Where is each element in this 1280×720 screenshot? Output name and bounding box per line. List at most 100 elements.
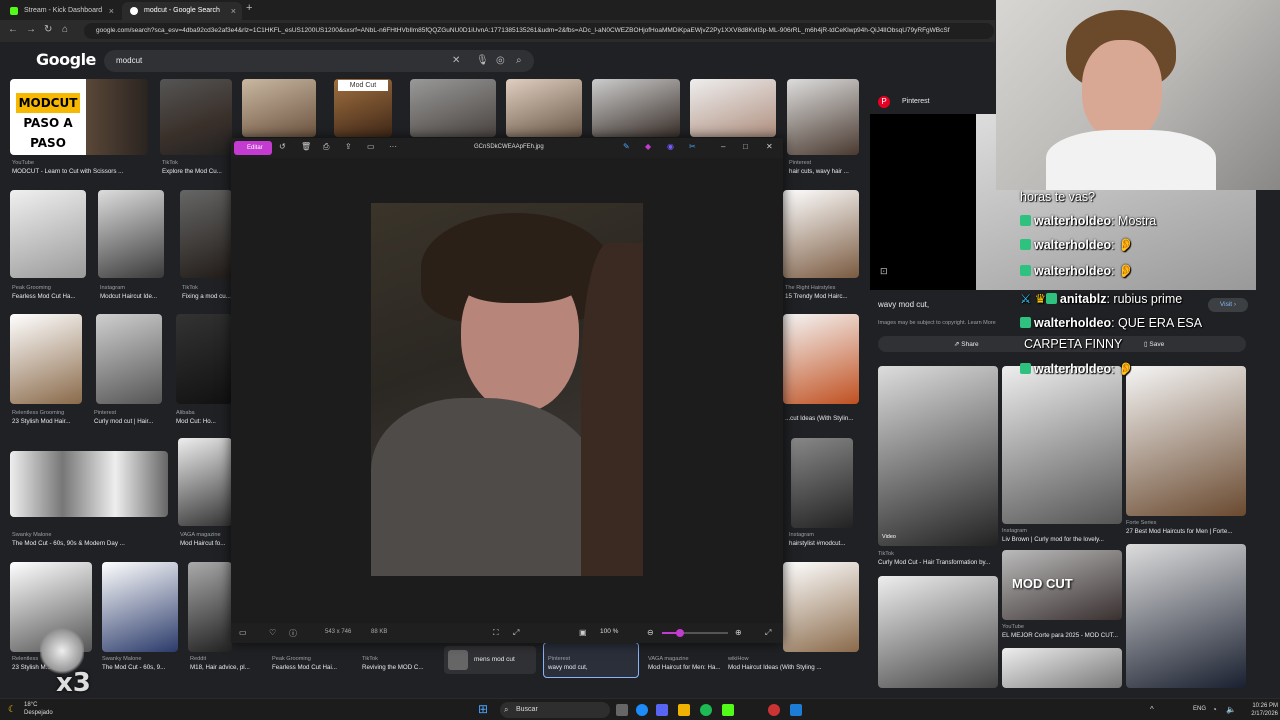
kick-icon[interactable] xyxy=(722,704,734,716)
copilot-icon[interactable]: ✎ xyxy=(623,142,630,151)
image-thumb[interactable] xyxy=(592,79,680,137)
image-thumb[interactable] xyxy=(791,438,853,528)
image-thumb[interactable] xyxy=(188,562,232,652)
slideshow-icon[interactable]: ▭ xyxy=(367,142,375,151)
image-caption[interactable]: Swanky Malone The Mod Cut - 60s, 9... xyxy=(102,656,182,671)
share-button[interactable]: ⇗ Share xyxy=(954,340,979,348)
edit-button[interactable]: Editar xyxy=(234,141,272,155)
image-caption[interactable]: ...cut Ideas (With Stylin... xyxy=(785,415,859,422)
image-caption[interactable]: TikTok Fixing a mod cu... xyxy=(182,285,232,300)
image-thumb[interactable] xyxy=(178,438,232,526)
related-search-chip[interactable]: mens mod cut xyxy=(444,646,536,674)
related-thumb[interactable]: Video xyxy=(878,366,998,546)
close-icon[interactable]: ✕ xyxy=(766,142,773,151)
image-caption[interactable]: Relentless Grooming 23 Stylish Mod Hair.… xyxy=(12,410,86,425)
image-caption[interactable]: Instagram hairstylist #modcut... xyxy=(789,532,859,547)
image-caption[interactable]: Swanky Malone The Mod Cut - 60s, 90s & M… xyxy=(12,532,172,547)
favorite-icon[interactable]: ♡ xyxy=(269,628,276,637)
info-icon[interactable]: ⓘ xyxy=(289,628,297,639)
tray-chevron-icon[interactable]: ^ xyxy=(1150,705,1154,714)
image-caption[interactable]: Pinterest wavy mod cut, xyxy=(548,656,634,671)
related-thumb[interactable] xyxy=(1002,648,1122,688)
related-caption[interactable]: TikTok Curly Mod Cut - Hair Transformatio… xyxy=(878,551,1000,566)
paint-icon[interactable]: ◆ xyxy=(645,142,651,151)
zoom-slider-knob[interactable] xyxy=(675,629,684,637)
taskbar-search[interactable]: ⌕ Buscar xyxy=(500,702,610,718)
image-caption[interactable]: Pinterest Curly mod cut | Hair... xyxy=(94,410,164,425)
fullscreen-icon[interactable]: ⤢ xyxy=(765,628,771,638)
related-thumb[interactable] xyxy=(1126,544,1246,688)
image-caption[interactable]: VAGA magazine Mod Haircut fo... xyxy=(180,532,232,547)
more-icon[interactable]: ··· xyxy=(389,142,397,151)
image-caption[interactable]: TikTok Reviving the MOD C... xyxy=(362,656,438,671)
image-caption[interactable]: TikTok Explore the Mod Cu... xyxy=(162,160,232,175)
image-caption[interactable]: YouTube MODCUT - Learn to Cut with Sciss… xyxy=(12,160,148,175)
image-caption[interactable]: wikiHow Mod Haircut Ideas (With Styling .… xyxy=(728,656,860,671)
zoom-out-icon[interactable]: ⊖ xyxy=(647,628,654,637)
close-icon[interactable]: × xyxy=(109,2,114,20)
image-thumb[interactable]: Mod Cut xyxy=(334,79,392,137)
image-thumb[interactable] xyxy=(783,314,859,404)
url-field[interactable]: google.com/search?sca_esv=4dba92cd3e2af3… xyxy=(84,23,994,39)
image-caption[interactable]: Alibaba Mod Cut: Ho... xyxy=(176,410,232,425)
tab-kick-dashboard[interactable]: Stream - Kick Dashboard × xyxy=(2,2,120,20)
forward-icon[interactable]: → xyxy=(26,24,36,35)
image-thumb[interactable]: MODCUT PASO A PASO xyxy=(10,79,148,155)
image-thumb[interactable] xyxy=(10,314,82,404)
image-caption[interactable]: Instagram Modcut Haircut Ide... xyxy=(100,285,166,300)
image-thumb[interactable] xyxy=(242,79,316,137)
clear-icon[interactable]: ✕ xyxy=(452,55,460,66)
related-caption[interactable]: Instagram Liv Brown | Curly mod for the l… xyxy=(1002,528,1124,543)
actual-size-icon[interactable]: ▣ xyxy=(579,628,587,637)
image-thumb[interactable] xyxy=(160,79,232,155)
mic-icon[interactable]: 🎙 xyxy=(476,55,489,66)
clock[interactable]: 10:26 PM 2/17/2026 xyxy=(1246,702,1278,718)
lens-icon[interactable]: ⊡ xyxy=(880,266,888,277)
related-thumb[interactable] xyxy=(1002,366,1122,524)
image-caption[interactable]: Peak Grooming Fearless Mod Cut Hai... xyxy=(272,656,354,671)
spotify-icon[interactable] xyxy=(700,704,712,716)
zoom-in-icon[interactable]: ⊕ xyxy=(735,628,742,637)
home-icon[interactable]: ⌂ xyxy=(62,24,68,35)
weather-widget[interactable]: 18°C Despejado xyxy=(24,701,53,717)
delete-icon[interactable]: 🗑 xyxy=(301,142,311,151)
image-thumb[interactable] xyxy=(102,562,178,652)
rotate-icon[interactable]: ↺ xyxy=(279,142,286,151)
volume-icon[interactable]: 🔈 xyxy=(1226,705,1236,714)
new-tab-button[interactable]: + xyxy=(246,2,252,14)
image-thumb[interactable] xyxy=(410,79,496,137)
clipchamp-icon[interactable]: ◉ xyxy=(667,142,674,151)
photos-icon[interactable] xyxy=(790,704,802,716)
related-thumb[interactable] xyxy=(878,576,998,688)
related-caption[interactable]: YouTube EL MEJOR Corte para 2025 - MOD CU… xyxy=(1002,624,1124,639)
google-logo[interactable]: Google xyxy=(36,50,96,69)
image-caption[interactable]: Pinterest hair cuts, wavy hair ... xyxy=(789,160,859,175)
related-thumb[interactable]: MOD CUT xyxy=(1002,550,1122,620)
designer-icon[interactable]: ✂ xyxy=(689,142,696,151)
zoom-level[interactable]: 100 % xyxy=(600,628,618,635)
share-icon[interactable]: ⇪ xyxy=(345,142,352,151)
image-caption[interactable]: The Right Hairstyles 15 Trendy Mod Hairc… xyxy=(785,285,859,300)
fit-icon[interactable]: ⤢ xyxy=(513,628,519,638)
preview-source[interactable]: Pinterest xyxy=(902,98,930,105)
image-thumb[interactable] xyxy=(506,79,582,137)
lens-icon[interactable]: ◎ xyxy=(496,55,505,66)
minimize-icon[interactable]: – xyxy=(721,142,725,151)
image-caption[interactable]: Reddit M18, Hair advice, pl... xyxy=(190,656,268,671)
image-thumb[interactable] xyxy=(783,562,859,652)
related-thumb[interactable] xyxy=(1126,366,1246,516)
print-icon[interactable]: ⎙ xyxy=(323,142,329,152)
chrome-icon[interactable] xyxy=(636,704,648,716)
discord-icon[interactable] xyxy=(656,704,668,716)
back-icon[interactable]: ← xyxy=(8,24,18,35)
crop-icon[interactable]: ⛶ xyxy=(493,628,499,638)
image-thumb[interactable] xyxy=(787,79,859,155)
filmstrip-icon[interactable]: ▭ xyxy=(239,628,247,637)
image-thumb[interactable] xyxy=(96,314,162,404)
image-thumb[interactable] xyxy=(10,190,86,278)
close-icon[interactable]: × xyxy=(231,2,236,20)
zoom-slider[interactable] xyxy=(662,629,728,637)
image-thumb[interactable] xyxy=(783,190,859,278)
start-icon[interactable]: ⊞ xyxy=(478,702,488,716)
folder-icon[interactable] xyxy=(678,704,690,716)
